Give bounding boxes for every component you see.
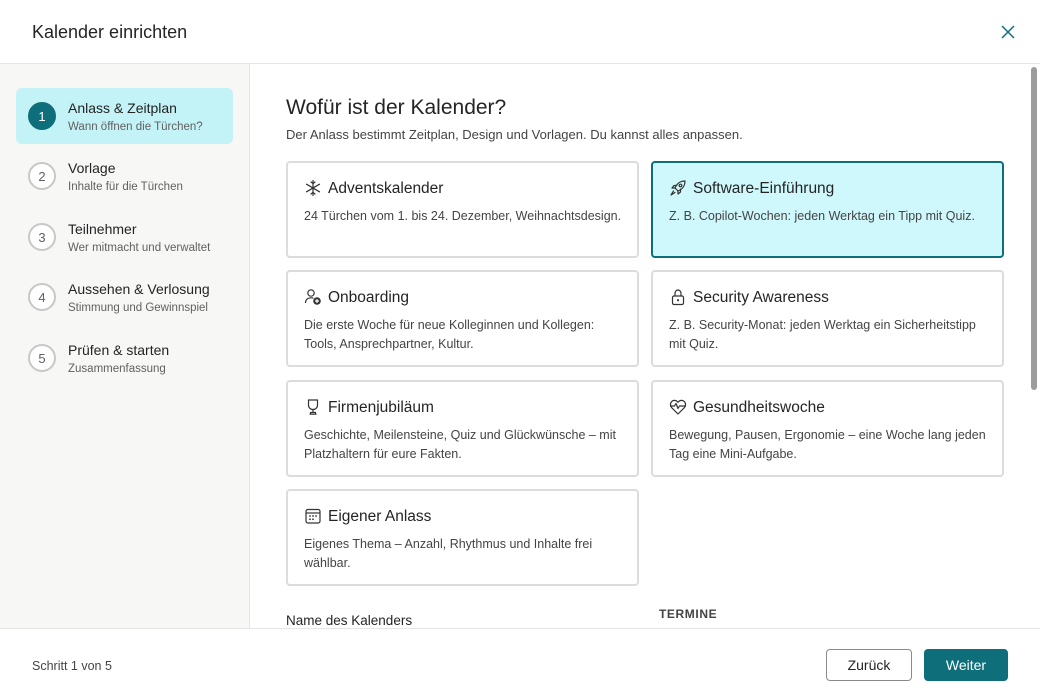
step-number: 5 bbox=[28, 344, 56, 372]
trophy-icon bbox=[307, 399, 319, 415]
card-title: Security Awareness bbox=[693, 289, 829, 306]
dialog-footer: Schritt 1 von 5 Zurück Weiter bbox=[0, 628, 1040, 700]
step-title: Teilnehmer bbox=[68, 221, 137, 237]
step-number: 1 bbox=[28, 102, 56, 130]
lock-icon bbox=[671, 289, 685, 306]
dialog-title: Kalender einrichten bbox=[32, 22, 188, 42]
snowflake-icon bbox=[305, 179, 321, 197]
card-title: Gesundheitswoche bbox=[693, 399, 825, 416]
occasion-card-gesundheitswoche[interactable]: Gesundheitswoche Bewegung, Pausen, Ergon… bbox=[651, 380, 1004, 477]
card-description: Z. B. Security-Monat: jeden Werktag ein … bbox=[669, 318, 976, 351]
rocket-icon bbox=[670, 180, 686, 196]
occasion-card-firmenjubilaeum[interactable]: Firmenjubiläum Geschichte, Meilensteine,… bbox=[286, 380, 639, 477]
occasion-card-adventskalender[interactable]: Adventskalender 24 Türchen vom 1. bis 24… bbox=[286, 161, 639, 258]
step-sidebar: 1 Anlass & Zeitplan Wann öffnen die Türc… bbox=[0, 64, 250, 628]
step-counter: Schritt 1 von 5 bbox=[32, 659, 112, 673]
step-subtitle: Stimmung und Gewinnspiel bbox=[68, 302, 208, 314]
main-content: Wofür ist der Kalender? Der Anlass besti… bbox=[250, 64, 1040, 628]
step-item-anlass[interactable]: 1 Anlass & Zeitplan Wann öffnen die Türc… bbox=[16, 88, 233, 144]
step-number: 3 bbox=[28, 223, 56, 251]
occasion-card-eigener-anlass[interactable]: Eigener Anlass Eigenes Thema – Anzahl, R… bbox=[286, 489, 639, 586]
next-button[interactable]: Weiter bbox=[924, 649, 1008, 681]
card-title: Onboarding bbox=[328, 289, 410, 306]
occasion-card-software-einfuehrung[interactable]: Software-Einführung Z. B. Copilot-Wochen… bbox=[651, 161, 1004, 258]
step-item-pruefen[interactable]: 5 Prüfen & starten Zusammenfassung bbox=[16, 330, 233, 386]
page-title: Wofür ist der Kalender? bbox=[286, 96, 507, 119]
step-number: 4 bbox=[28, 283, 56, 311]
step-subtitle: Wer mitmacht und verwaltet bbox=[68, 242, 211, 254]
calendar-name-label: Name des Kalenders bbox=[286, 613, 413, 628]
scrollbar-thumb[interactable] bbox=[1031, 67, 1037, 390]
close-icon bbox=[1001, 25, 1015, 39]
step-subtitle: Inhalte für die Türchen bbox=[68, 181, 183, 193]
step-title: Vorlage bbox=[68, 160, 116, 176]
occasion-card-security-awareness[interactable]: Security Awareness Z. B. Security-Monat:… bbox=[651, 270, 1004, 367]
step-item-teilnehmer[interactable]: 3 Teilnehmer Wer mitmacht und verwaltet bbox=[16, 209, 233, 265]
calendar-icon bbox=[305, 508, 321, 524]
card-description: 24 Türchen vom 1. bis 24. Dezember, Weih… bbox=[304, 209, 622, 223]
heart-pulse-icon bbox=[669, 399, 687, 415]
step-item-vorlage[interactable]: 2 Vorlage Inhalte für die Türchen bbox=[16, 148, 233, 204]
dialog-header: Kalender einrichten bbox=[0, 0, 1040, 64]
step-title: Anlass & Zeitplan bbox=[68, 100, 177, 116]
step-subtitle: Zusammenfassung bbox=[68, 363, 166, 375]
occasion-card-onboarding[interactable]: Onboarding Die erste Woche für neue Koll… bbox=[286, 270, 639, 367]
card-description: Z. B. Copilot-Wochen: jeden Werktag ein … bbox=[669, 209, 975, 223]
page-subtitle: Der Anlass bestimmt Zeitplan, Design und… bbox=[286, 127, 743, 142]
close-button[interactable] bbox=[996, 20, 1020, 44]
dates-section-label: TERMINE bbox=[659, 607, 718, 621]
card-title: Eigener Anlass bbox=[328, 508, 432, 525]
step-subtitle: Wann öffnen die Türchen? bbox=[68, 121, 203, 133]
card-title: Firmenjubiläum bbox=[328, 399, 434, 416]
card-description: Geschichte, Meilensteine, Quiz und Glück… bbox=[304, 428, 616, 461]
card-title: Software-Einführung bbox=[693, 180, 835, 197]
step-item-aussehen[interactable]: 4 Aussehen & Verlosung Stimmung und Gewi… bbox=[16, 269, 233, 325]
card-description: Bewegung, Pausen, Ergonomie – eine Woche… bbox=[669, 428, 986, 461]
back-button[interactable]: Zurück bbox=[826, 649, 912, 681]
step-title: Aussehen & Verlosung bbox=[68, 281, 210, 297]
card-description: Eigenes Thema – Anzahl, Rhythmus und Inh… bbox=[304, 537, 593, 570]
card-description: Die erste Woche für neue Kolleginnen und… bbox=[304, 318, 595, 351]
step-number: 2 bbox=[28, 162, 56, 190]
card-title: Adventskalender bbox=[328, 180, 444, 197]
step-title: Prüfen & starten bbox=[68, 342, 170, 358]
person-add-icon bbox=[304, 289, 321, 305]
